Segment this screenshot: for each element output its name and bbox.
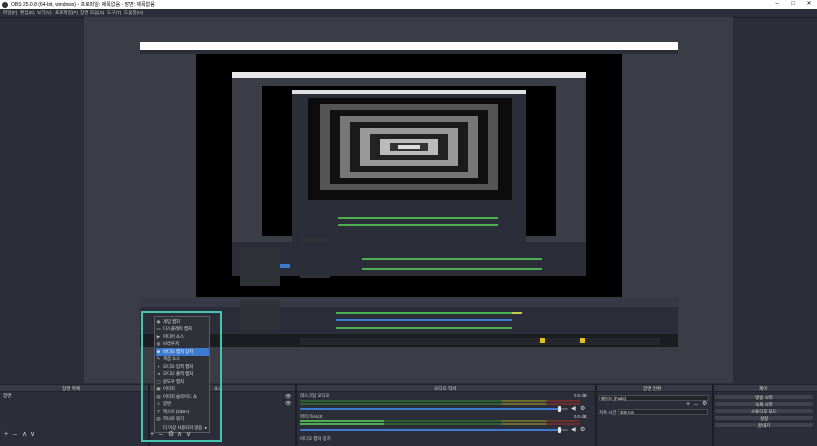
menu-tools[interactable]: 도구(T) [107, 10, 121, 16]
image-icon: ▣ [156, 386, 161, 391]
menu-file[interactable]: 파일(F) [3, 10, 17, 16]
preview-canvas[interactable] [140, 42, 678, 347]
menu-profile[interactable]: 프로파일(P) [55, 10, 78, 16]
audio-level-meter [300, 400, 580, 402]
volume-slider-knob[interactable] [558, 427, 562, 433]
scenes-dock-header: 장면 목록 [0, 384, 148, 392]
menu-edit[interactable]: 편집(E) [20, 10, 35, 16]
duration-spinbox[interactable]: 300 ms [618, 409, 708, 415]
list-icon: ≡ [157, 401, 160, 406]
monitor-icon: ▭ [156, 326, 161, 331]
track-db-readout: 0.0 dB [574, 393, 587, 398]
controls-dock-header: 제어 [714, 384, 817, 392]
visibility-eye-icon[interactable]: 👁 [285, 401, 291, 408]
menu-help[interactable]: 도움말(H) [124, 10, 143, 16]
volume-slider-fill [300, 408, 560, 410]
menu-item-image[interactable]: ▣ 이미지 [156, 385, 209, 393]
audio-level-meter [300, 403, 580, 405]
title-bar: OBS 25.0.8 (64-bit, windows) - 프로파일: 제목없… [0, 0, 817, 9]
volume-slider[interactable] [300, 427, 568, 433]
volume-slider[interactable] [300, 406, 568, 412]
audio-level-meter [300, 423, 580, 425]
start-recording-button[interactable]: 녹화 시작 [714, 401, 814, 407]
sources-dock-title: 소스 [214, 385, 223, 391]
menu-item-audio-output-capture[interactable]: ◂ 오디오 출력 캡처 [156, 370, 209, 378]
gear-icon[interactable]: ⚙ [580, 405, 585, 412]
speaker-icon[interactable]: ◀ [571, 426, 576, 433]
controls-dock-title: 제어 [759, 385, 768, 391]
menu-item-color-source[interactable]: ✎ 색상 소스 [156, 355, 209, 363]
add-transition-button[interactable]: + [686, 401, 690, 408]
volume-slider-knob[interactable] [558, 406, 562, 412]
menu-item-scene[interactable]: ≡ 장면 [156, 400, 209, 408]
source-properties-gear-icon[interactable]: ⚙ [168, 431, 174, 438]
obs-logo-icon [2, 1, 8, 8]
close-button[interactable]: ✕ [801, 0, 817, 9]
add-source-context-menu: ◉ 게임 캡처 ▭ 디스플레이 캡처 ▶ 미디어 소스 ◍ 브라우저 ■ 비디오 캡처 장… [154, 316, 210, 433]
remove-scene-button[interactable]: – [13, 431, 17, 438]
transitions-dock-title: 장면 전환 [643, 385, 662, 391]
start-streaming-button[interactable]: 방송 시작 [714, 394, 814, 400]
menu-item-group[interactable]: ▥ 하나로 묶기 [156, 415, 209, 423]
add-source-button[interactable]: + [150, 431, 154, 438]
remove-source-button[interactable]: – [159, 431, 163, 438]
menu-item-deprecated[interactable]: 더 이상 사용되지 않음 ▸ [156, 424, 209, 432]
add-scene-button[interactable]: + [4, 431, 8, 438]
mixer-dock-title: 오디오 믹서 [434, 385, 457, 391]
transitions-dock-header: 장면 전환 [597, 384, 712, 392]
minimize-button[interactable]: – [769, 0, 785, 9]
track-name: 데스크탑 오디오 [300, 393, 330, 398]
mixer-extra-track-label: 비디오 캡처 장치 [300, 436, 331, 441]
menu-item-browser[interactable]: ◍ 브라우저 [156, 340, 209, 348]
mixer-track-mic-aux: 마이크/AUX 0.0 dB ◀ ⚙ [298, 414, 590, 434]
studio-mode-button[interactable]: 스튜디오 모드 [714, 408, 814, 414]
visibility-eye-icon[interactable]: 👁 [285, 394, 291, 401]
speaker-icon[interactable]: ◀ [571, 405, 576, 412]
menu-scene-collection[interactable]: 장면 모음(S) [80, 10, 104, 16]
scene-list-item[interactable]: 장면 [1, 393, 151, 399]
menu-item-display-capture[interactable]: ▭ 디스플레이 캡처 [156, 325, 209, 333]
move-scene-up-button[interactable]: ∧ [22, 431, 27, 438]
settings-button[interactable]: 설정 [714, 415, 814, 421]
transition-properties-gear-icon[interactable]: ⚙ [702, 401, 707, 408]
volume-slider-fill [300, 429, 560, 431]
folder-icon: ▥ [156, 416, 161, 421]
mixer-track-desktop-audio: 데스크탑 오디오 0.0 dB ◀ ⚙ [298, 393, 590, 413]
scenes-dock-title: 장면 목록 [62, 385, 81, 391]
audio-level-meter [300, 420, 580, 422]
globe-icon: ◍ [156, 341, 161, 346]
exit-button[interactable]: 끝내기 [714, 422, 814, 428]
move-source-up-button[interactable]: ∧ [177, 431, 182, 438]
recursive-preview-image [140, 42, 678, 347]
submenu-arrow-icon: ▸ [204, 425, 207, 430]
speaker-icon: ◂ [157, 371, 160, 376]
track-db-readout: 0.0 dB [574, 414, 587, 419]
remove-transition-button[interactable]: – [694, 401, 698, 408]
maximize-button[interactable]: □ [785, 0, 801, 9]
window-title: OBS 25.0.8 (64-bit, windows) - 프로파일: 제목없… [11, 2, 155, 8]
move-source-down-button[interactable]: ∨ [186, 431, 191, 438]
gear-icon[interactable]: ⚙ [580, 426, 585, 433]
move-scene-down-button[interactable]: ∨ [30, 431, 35, 438]
brush-icon: ✎ [156, 356, 161, 361]
transition-type-select[interactable]: 페이드 (Fade) [599, 395, 709, 401]
menu-view[interactable]: 보기(V) [37, 10, 52, 16]
duration-label: 지속 시간 [599, 410, 617, 415]
mixer-dock-header: 오디오 믹서 [297, 384, 595, 392]
